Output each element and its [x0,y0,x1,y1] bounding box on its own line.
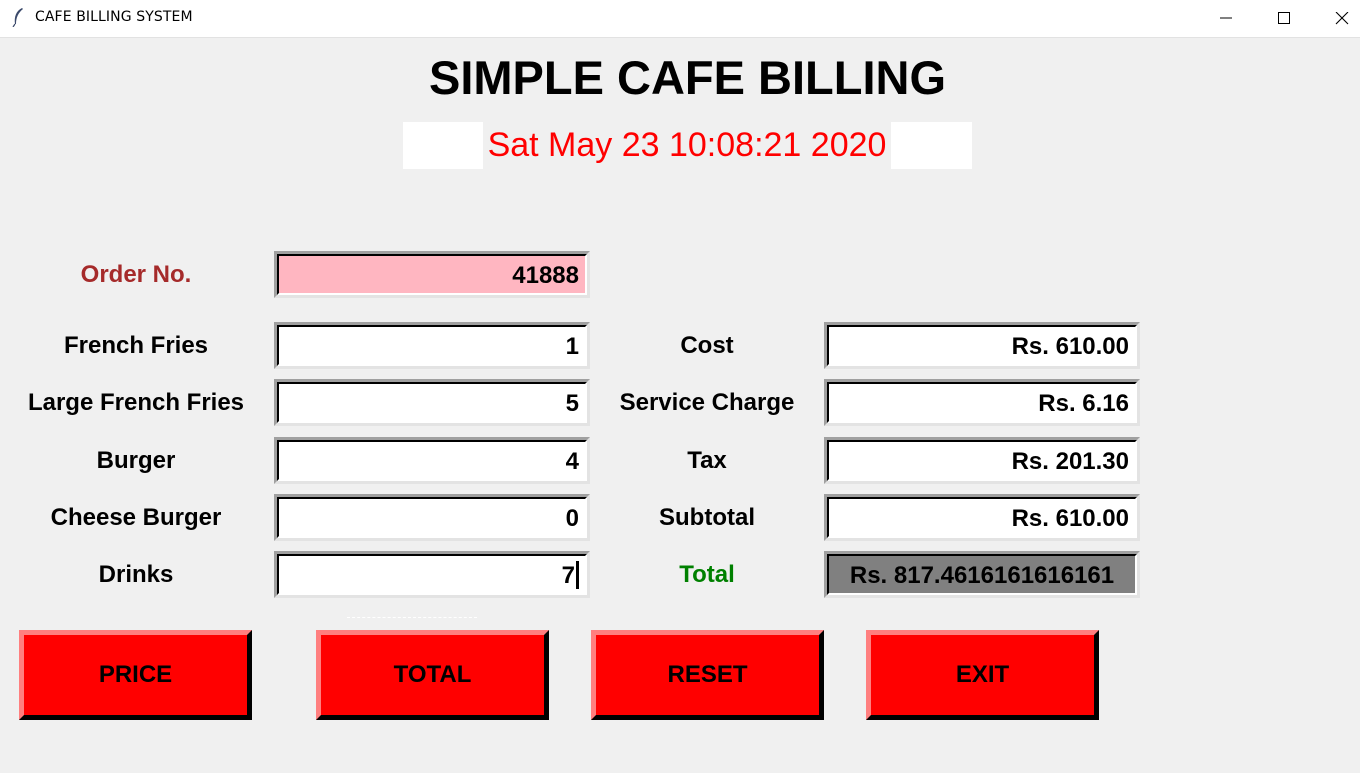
datetime-label: Sat May 23 10:08:21 2020 [483,122,891,169]
drinks-qty-wrap: 7 [277,554,587,595]
service-charge-field[interactable]: Rs. 6.16 [824,379,1140,426]
order-no-field[interactable]: 41888 [274,251,590,298]
total-label: Total [679,561,735,588]
reset-button[interactable]: RESET [591,630,824,720]
text-cursor [576,560,579,589]
order-no-label: Order No. [80,261,192,288]
tax-value: Rs. 201.30 [827,440,1137,481]
service-charge-value: Rs. 6.16 [827,382,1137,423]
order-no-value: 41888 [277,254,587,295]
subtotal-field[interactable]: Rs. 610.00 [824,494,1140,541]
total-button[interactable]: TOTAL [316,630,549,720]
focus-indicator [347,617,477,618]
close-icon [1335,12,1349,25]
french-fries-field[interactable]: 1 [274,322,590,369]
drinks-label: Drinks [98,561,174,588]
tax-label: Tax [687,447,727,474]
cheese-burger-label: Cheese Burger [50,504,222,531]
cost-field[interactable]: Rs. 610.00 [824,322,1140,369]
service-charge-label: Service Charge [619,389,795,416]
large-french-fries-qty: 5 [277,382,587,423]
window-title: CAFE BILLING SYSTEM [35,9,193,25]
french-fries-label: French Fries [63,332,209,359]
cost-value: Rs. 610.00 [827,325,1137,366]
window-title-bar: CAFE BILLING SYSTEM [0,0,1360,38]
burger-field[interactable]: 4 [274,437,590,484]
burger-label: Burger [96,447,176,474]
subtotal-label: Subtotal [659,504,755,531]
total-field[interactable]: Rs. 817.4616161616161 [824,551,1140,598]
page-title: SIMPLE CAFE BILLING [429,51,946,104]
large-french-fries-label: Large French Fries [27,389,245,416]
maximize-icon [1278,12,1290,24]
subtotal-value: Rs. 610.00 [827,497,1137,538]
drinks-qty: 7 [561,562,575,589]
minimize-button[interactable] [1198,0,1256,37]
maximize-button[interactable] [1256,0,1314,37]
feather-icon [12,8,23,27]
close-button[interactable] [1314,0,1360,37]
price-button[interactable]: PRICE [19,630,252,720]
cheese-burger-qty: 0 [277,497,587,538]
total-value: Rs. 817.4616161616161 [827,554,1137,595]
burger-qty: 4 [277,440,587,481]
drinks-field[interactable]: 7 [274,551,590,598]
french-fries-qty: 1 [277,325,587,366]
cost-label: Cost [680,332,734,359]
cheese-burger-field[interactable]: 0 [274,494,590,541]
exit-button[interactable]: EXIT [866,630,1099,720]
large-french-fries-field[interactable]: 5 [274,379,590,426]
minimize-icon [1220,17,1232,19]
tax-field[interactable]: Rs. 201.30 [824,437,1140,484]
